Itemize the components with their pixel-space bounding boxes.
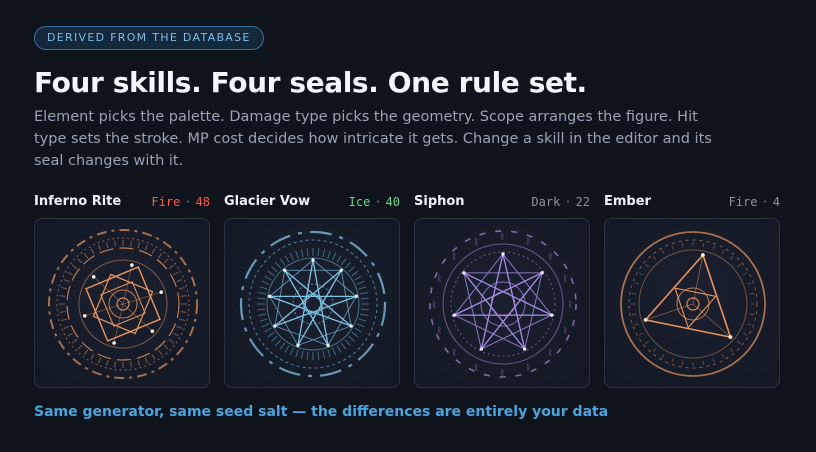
meta-separator: · [374,195,382,209]
meta-separator: · [184,195,192,209]
seal-panel: ᚱ ᚱ ᚱ ᚱ ᚱ ᚱ ᚱ ᚱ ᚱ ᚱ ᚱ ᚱ ᚱ ᚱ ᚱ ᚱ [414,218,590,388]
svg-text:ᚱ: ᚱ [452,252,457,261]
skill-card-inferno-rite[interactable]: Inferno Rite Fire · 48 [34,194,210,388]
skill-element: Dark [531,195,561,209]
skill-meta: Ice · 40 [349,195,400,209]
card-header: Glacier Vow Ice · 40 [224,194,400,212]
svg-text:ᚱ: ᚱ [526,237,531,246]
siphon-seal-icon: ᚱ ᚱ ᚱ ᚱ ᚱ ᚱ ᚱ ᚱ ᚱ ᚱ ᚱ ᚱ ᚱ ᚱ ᚱ ᚱ [429,230,577,378]
svg-text:ᚱ: ᚱ [452,348,457,357]
skill-meta: Fire · 48 [151,195,210,209]
page-description: Element picks the palette. Damage type p… [34,109,712,169]
card-header: Ember Fire · 4 [604,194,780,212]
ember-seal-icon [620,231,766,377]
card-header: Siphon Dark · 22 [414,194,590,212]
meta-separator: · [761,195,769,209]
svg-text:ᚱ: ᚱ [474,363,479,372]
svg-text:ᚱ: ᚱ [437,326,442,335]
skill-mp-cost: 22 [575,195,590,209]
seal-panel [34,218,210,388]
source-badge: DERIVED FROM THE DATABASE [34,26,264,50]
svg-text:ᚱ: ᚱ [526,363,531,372]
inferno-seal-icon [48,229,198,379]
svg-text:ᚱ: ᚱ [548,348,553,357]
card-header: Inferno Rite Fire · 48 [34,194,210,212]
skill-card-glacier-vow[interactable]: Glacier Vow Ice · 40 [224,194,400,388]
svg-text:ᚱ: ᚱ [500,368,505,377]
skill-mp-cost: 40 [385,195,400,209]
page-title: Four skills. Four seals. One rule set. [34,66,587,99]
skill-card-siphon[interactable]: Siphon Dark · 22 ᚱ ᚱ ᚱ ᚱ ᚱ ᚱ ᚱ ᚱ ᚱ ᚱ ᚱ ᚱ ᚱ ᚱ ᚱ ᚱ [414,194,590,388]
hero-section: DERIVED FROM THE DATABASE Four skills. F… [34,26,782,420]
skill-meta: Dark · 22 [531,195,590,209]
skill-element: Fire [151,195,181,209]
skill-mp-cost: 48 [195,195,210,209]
svg-text:ᚱ: ᚱ [500,232,505,241]
svg-text:ᚱ: ᚱ [568,300,573,309]
skill-element: Fire [728,195,758,209]
skill-name: Ember [604,194,651,209]
footer-note: Same generator, same seed salt — the dif… [34,404,609,420]
skill-element: Ice [348,195,371,209]
skill-mp-cost: 4 [772,195,780,209]
skill-name: Inferno Rite [34,194,122,209]
svg-text:ᚱ: ᚱ [474,237,479,246]
seal-gallery: Inferno Rite Fire · 48 Glacier Vow Ice · 40 … [34,194,782,388]
meta-separator: · [564,195,572,209]
seal-panel [224,218,400,388]
skill-name: Glacier Vow [224,194,311,209]
skill-name: Siphon [414,194,465,209]
glacier-seal-icon [239,230,387,378]
seal-panel [604,218,780,388]
svg-text:ᚱ: ᚱ [437,274,442,283]
skill-meta: Fire · 4 [729,195,780,209]
skill-card-ember[interactable]: Ember Fire · 4 [604,194,780,388]
svg-text:ᚱ: ᚱ [563,274,568,283]
svg-text:ᚱ: ᚱ [548,252,553,261]
svg-text:ᚱ: ᚱ [432,300,437,309]
svg-text:ᚱ: ᚱ [563,326,568,335]
